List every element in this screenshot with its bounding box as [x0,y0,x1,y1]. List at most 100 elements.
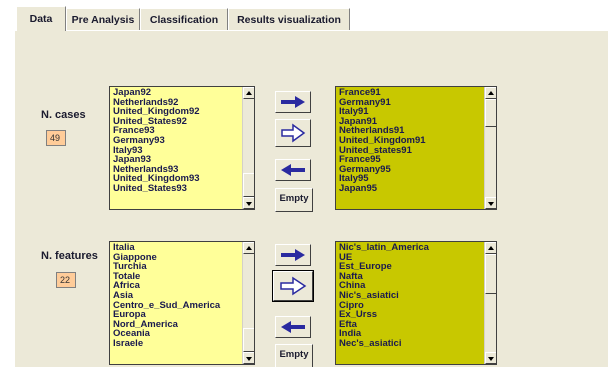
cases-available-item[interactable]: United_States93 [113,184,240,194]
cases-count-label: N. cases [41,109,86,121]
features-available-item[interactable]: Totale [113,272,240,282]
scroll-thumb[interactable] [243,173,254,197]
arrow-left-icon [281,164,305,176]
scroll-down-button[interactable] [243,352,254,364]
cases-empty-button[interactable]: Empty [275,188,313,212]
cases-available-item[interactable]: United_Kingdom92 [113,107,240,117]
arrow-left-icon [281,321,305,333]
cases-empty-label: Empty [279,193,309,204]
cases-available-item[interactable]: Germany93 [113,136,240,146]
features-move-all-right-button[interactable] [272,270,314,302]
arrow-right-icon [281,249,305,261]
scroll-up-icon [488,246,494,250]
features-move-right-button[interactable] [275,244,311,266]
application-window: Data Pre Analysis Classification Results… [0,0,608,367]
features-selected-item[interactable]: Ex_Urss [339,310,482,320]
features-available-item[interactable]: Europa [113,310,240,320]
scroll-up-button[interactable] [243,87,254,99]
scroll-up-icon [488,91,494,95]
cases-move-right-button[interactable] [275,91,311,113]
features-available-item[interactable]: Giappone [113,253,240,263]
features-selected-item[interactable]: China [339,281,482,291]
features-selected-item[interactable]: Nic's_latin_America [339,243,482,253]
cases-available-item[interactable]: United_Kingdom93 [113,174,240,184]
features-selected-item[interactable]: India [339,329,482,339]
cases-selected-item[interactable]: Italy95 [339,174,482,184]
scroll-up-button[interactable] [485,242,496,254]
tab-results-visualization[interactable]: Results visualization [228,8,350,30]
scroll-up-button[interactable] [243,242,254,254]
scroll-down-button[interactable] [485,352,496,364]
cases-available-item[interactable]: Italy93 [113,146,240,156]
cases-available-list[interactable]: Japan92 Netherlands92 United_Kingdom92 Unit… [109,86,255,210]
arrow-right-icon [281,96,305,108]
scroll-up-icon [246,246,252,250]
scroll-thumb[interactable] [243,328,254,352]
hollow-arrow-right-icon [281,123,306,143]
cases-selected-item[interactable]: United_states91 [339,146,482,156]
cases-selected-item[interactable]: Italy91 [339,107,482,117]
features-selected-item[interactable]: Cipro [339,301,482,311]
features-available-item[interactable]: Turchia [113,262,240,272]
cases-available-item[interactable]: Netherlands92 [113,98,240,108]
features-available-item[interactable]: Asia [113,291,240,301]
features-available-list[interactable]: Italia Giappone Turchia Totale Africa Asia Cen… [109,241,255,365]
cases-move-all-right-button[interactable] [275,119,311,147]
features-available-item[interactable]: Oceania [113,329,240,339]
features-count-label: N. features [41,250,98,262]
features-selected-item[interactable]: Nec's_asiatici [339,339,482,349]
scroll-down-icon [488,202,494,206]
scroll-down-icon [246,202,252,206]
features-available-item[interactable]: Africa [113,281,240,291]
tab-classification[interactable]: Classification [140,8,228,30]
features-available-item[interactable]: Centro_e_Sud_America [113,301,240,311]
scroll-down-button[interactable] [485,197,496,209]
cases-available-item[interactable]: Japan92 [113,88,240,98]
cases-selected-scrollbar[interactable] [484,87,496,209]
features-count-value: 22 [56,272,76,288]
cases-selected-item[interactable]: United_Kingdom91 [339,136,482,146]
cases-move-left-button[interactable] [275,159,311,181]
features-empty-button[interactable]: Empty [275,344,313,367]
features-selected-item[interactable]: UE [339,253,482,263]
scroll-thumb[interactable] [485,99,496,127]
scroll-down-icon [246,357,252,361]
features-selected-items: Nic's_latin_America UE Est_Europe Nafta Chin… [339,243,482,349]
cases-selected-items: France91 Germany91 Italy91 Japan91 Netherlan… [339,88,482,194]
features-selected-item[interactable]: Nafta [339,272,482,282]
cases-selected-item[interactable]: Japan95 [339,184,482,194]
features-empty-label: Empty [279,349,309,360]
features-selected-item[interactable]: Nic's_asiatici [339,291,482,301]
cases-available-scrollbar[interactable] [242,87,254,209]
cases-available-item[interactable]: Netherlands93 [113,165,240,175]
scroll-up-icon [246,91,252,95]
features-available-scrollbar[interactable] [242,242,254,364]
cases-count-value: 49 [46,130,66,146]
features-selected-item[interactable]: Est_Europe [339,262,482,272]
features-selected-item[interactable]: Efta [339,320,482,330]
cases-selected-item[interactable]: Japan91 [339,117,482,127]
cases-selected-item[interactable]: Germany95 [339,165,482,175]
features-selected-list[interactable]: Nic's_latin_America UE Est_Europe Nafta Chin… [335,241,497,365]
tab-strip: Data Pre Analysis Classification Results… [16,6,608,31]
cases-selected-list[interactable]: France91 Germany91 Italy91 Japan91 Netherlan… [335,86,497,210]
features-move-left-button[interactable] [275,316,311,338]
scroll-up-button[interactable] [485,87,496,99]
cases-available-item[interactable]: France93 [113,126,240,136]
features-available-item[interactable]: Israele [113,339,240,349]
cases-selected-item[interactable]: Netherlands91 [339,126,482,136]
features-available-items: Italia Giappone Turchia Totale Africa Asia Cen… [113,243,240,349]
scroll-thumb[interactable] [485,254,496,294]
cases-selected-item[interactable]: Germany91 [339,98,482,108]
features-available-item[interactable]: Italia [113,243,240,253]
cases-available-item[interactable]: Japan93 [113,155,240,165]
cases-selected-item[interactable]: France91 [339,88,482,98]
cases-selected-item[interactable]: France95 [339,155,482,165]
cases-available-item[interactable]: United_States92 [113,117,240,127]
features-available-item[interactable]: Nord_America [113,320,240,330]
hollow-arrow-right-icon [280,276,307,296]
features-selected-scrollbar[interactable] [484,242,496,364]
scroll-down-button[interactable] [243,197,254,209]
tab-data[interactable]: Data [16,6,66,31]
tab-pre-analysis[interactable]: Pre Analysis [66,8,140,30]
